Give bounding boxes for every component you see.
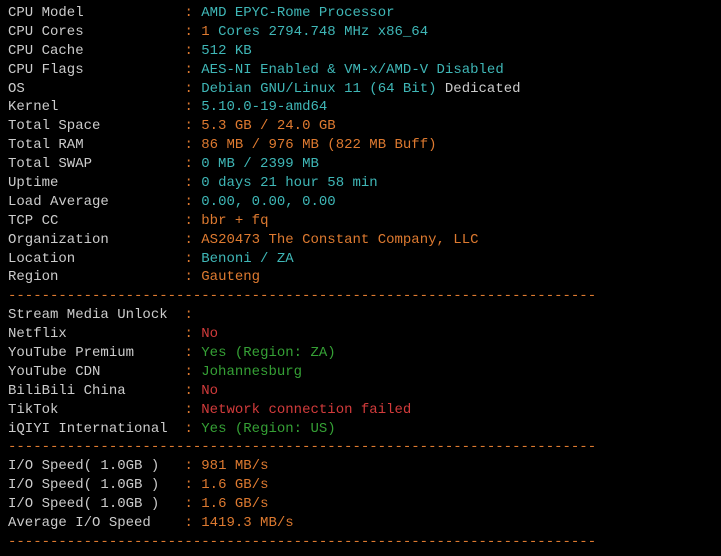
value-cpu-cores-rest: Cores 2794.748 MHz x86_64 [210,24,428,40]
label-netflix: Netflix [8,326,67,342]
value-tiktok: Network connection failed [201,402,411,418]
value-total-space: 5.3 GB / 24.0 GB [201,118,335,134]
row-uptime: Uptime : 0 days 21 hour 58 min [8,174,713,193]
label-total-space: Total Space [8,118,100,134]
row-location: Location : Benoni / ZA [8,250,713,269]
row-io-avg: Average I/O Speed : 1419.3 MB/s [8,514,713,533]
label-uptime: Uptime [8,175,58,191]
label-total-ram: Total RAM [8,137,84,153]
value-netflix: No [201,326,218,342]
row-io3: I/O Speed( 1.0GB ) : 1.6 GB/s [8,495,713,514]
value-aes: AES-NI Enabled [201,62,319,78]
label-io-avg: Average I/O Speed [8,515,151,531]
label-io1: I/O Speed( 1.0GB ) [8,458,159,474]
row-stream-header: Stream Media Unlock : [8,306,713,325]
row-iqiyi: iQIYI International : Yes (Region: US) [8,420,713,439]
value-cpu-cache: 512 KB [201,43,251,59]
divider: ----------------------------------------… [8,438,713,457]
sysinfo-block: CPU Model : AMD EPYC-Rome Processor CPU … [8,4,713,287]
label-stream-media: Stream Media Unlock [8,307,168,323]
value-os: Debian GNU/Linux 11 (64 Bit) [201,81,445,97]
label-os: OS [8,81,25,97]
divider: ----------------------------------------… [8,533,713,552]
row-cpu-cores: CPU Cores : 1 Cores 2794.748 MHz x86_64 [8,23,713,42]
value-total-ram: 86 MB / 976 MB (822 MB Buff) [201,137,436,153]
value-region: Gauteng [201,269,260,285]
value-total-swap: 0 MB / 2399 MB [201,156,319,172]
label-region: Region [8,269,58,285]
label-youtube-premium: YouTube Premium [8,345,134,361]
value-os-tag: Dedicated [445,81,521,97]
label-iqiyi: iQIYI International [8,421,168,437]
row-cpu-model: CPU Model : AMD EPYC-Rome Processor [8,4,713,23]
row-organization: Organization : AS20473 The Constant Comp… [8,231,713,250]
row-tiktok: TikTok : Network connection failed [8,401,713,420]
label-organization: Organization [8,232,109,248]
value-iqiyi: Yes (Region: US) [201,421,335,437]
row-tcp-cc: TCP CC : bbr + fq [8,212,713,231]
label-io3: I/O Speed( 1.0GB ) [8,496,159,512]
label-bilibili: BiliBili China [8,383,126,399]
value-io3: 1.6 GB/s [201,496,268,512]
value-location: Benoni / ZA [201,251,293,267]
row-netflix: Netflix : No [8,325,713,344]
label-youtube-cdn: YouTube CDN [8,364,100,380]
label-cpu-model: CPU Model [8,5,84,21]
value-io2: 1.6 GB/s [201,477,268,493]
stream-block: Stream Media Unlock : Netflix : No YouTu… [8,306,713,438]
row-kernel: Kernel : 5.10.0-19-amd64 [8,98,713,117]
row-region: Region : Gauteng [8,268,713,287]
row-total-swap: Total SWAP : 0 MB / 2399 MB [8,155,713,174]
row-cpu-flags: CPU Flags : AES-NI Enabled & VM-x/AMD-V … [8,61,713,80]
label-cpu-flags: CPU Flags [8,62,84,78]
label-kernel: Kernel [8,99,58,115]
value-youtube-cdn: Johannesburg [201,364,302,380]
row-cpu-cache: CPU Cache : 512 KB [8,42,713,61]
value-load-average: 0.00, 0.00, 0.00 [201,194,335,210]
label-cpu-cache: CPU Cache [8,43,84,59]
label-tiktok: TikTok [8,402,58,418]
value-youtube-premium: Yes (Region: ZA) [201,345,335,361]
value-io-avg: 1419.3 MB/s [201,515,293,531]
label-total-swap: Total SWAP [8,156,92,172]
value-tcp-cc: bbr + fq [201,213,268,229]
row-load-average: Load Average : 0.00, 0.00, 0.00 [8,193,713,212]
label-io2: I/O Speed( 1.0GB ) [8,477,159,493]
value-organization: AS20473 The Constant Company, LLC [201,232,478,248]
value-vmx: VM-x/AMD-V Disabled [344,62,504,78]
value-uptime: 0 days 21 hour 58 min [201,175,377,191]
label-tcp-cc: TCP CC [8,213,58,229]
row-bilibili: BiliBili China : No [8,382,713,401]
label-load-average: Load Average [8,194,109,210]
divider: ----------------------------------------… [8,287,713,306]
row-io2: I/O Speed( 1.0GB ) : 1.6 GB/s [8,476,713,495]
value-io1: 981 MB/s [201,458,268,474]
row-total-ram: Total RAM : 86 MB / 976 MB (822 MB Buff) [8,136,713,155]
row-youtube-premium: YouTube Premium : Yes (Region: ZA) [8,344,713,363]
row-total-space: Total Space : 5.3 GB / 24.0 GB [8,117,713,136]
value-bilibili: No [201,383,218,399]
value-cpu-cores-num: 1 [201,24,209,40]
row-youtube-cdn: YouTube CDN : Johannesburg [8,363,713,382]
row-io1: I/O Speed( 1.0GB ) : 981 MB/s [8,457,713,476]
row-os: OS : Debian GNU/Linux 11 (64 Bit) Dedica… [8,80,713,99]
label-cpu-cores: CPU Cores [8,24,84,40]
value-cpu-model: AMD EPYC-Rome Processor [201,5,394,21]
io-block: I/O Speed( 1.0GB ) : 981 MB/s I/O Speed(… [8,457,713,533]
value-kernel: 5.10.0-19-amd64 [201,99,327,115]
label-location: Location [8,251,75,267]
